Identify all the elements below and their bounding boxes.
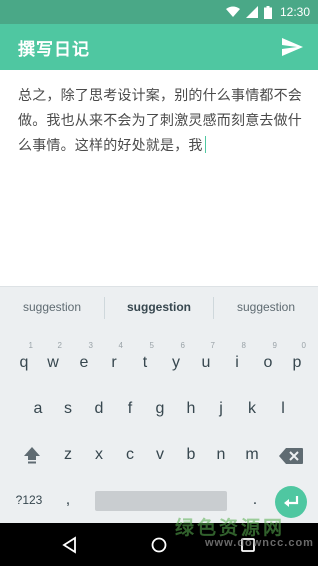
key-i[interactable]: 8i (223, 341, 251, 372)
key-u[interactable]: 7u (192, 341, 220, 372)
key-r[interactable]: 4r (100, 341, 128, 372)
enter-key[interactable] (275, 486, 307, 518)
nav-back-button[interactable] (60, 535, 80, 555)
nav-recents-button[interactable] (238, 535, 258, 555)
key-q[interactable]: 1q (10, 341, 38, 372)
app-bar: 撰写日记 (0, 24, 318, 70)
key-g[interactable]: g (146, 400, 174, 418)
diary-editor[interactable]: 总之，除了思考设计案，别的什么事情都不会做。我也从来不会为了刺激灵感而刻意去做什… (0, 70, 318, 286)
comma-key[interactable]: , (56, 491, 80, 509)
key-c[interactable]: c (116, 446, 144, 464)
diary-text-area[interactable]: 总之，除了思考设计案，别的什么事情都不会做。我也从来不会为了刺激灵感而刻意去做什… (18, 84, 304, 159)
key-hint: 8 (241, 341, 246, 350)
key-hint: 2 (57, 341, 62, 350)
key-label: i (235, 354, 239, 371)
key-hint: 9 (272, 341, 277, 350)
send-icon (282, 38, 303, 56)
key-label: q (19, 354, 29, 371)
key-o[interactable]: 9o (254, 341, 282, 372)
symbols-key[interactable]: ?123 (10, 493, 48, 507)
suggestion-left[interactable]: suggestion (0, 287, 104, 327)
page-title: 撰写日记 (18, 40, 90, 60)
wifi-icon (225, 6, 240, 17)
enter-icon (284, 496, 299, 507)
key-label: y (172, 354, 180, 371)
space-key[interactable] (95, 491, 227, 511)
back-icon (62, 536, 76, 554)
key-x[interactable]: x (85, 446, 113, 464)
battery-icon (263, 5, 272, 19)
key-p[interactable]: 0p (283, 341, 311, 372)
home-icon (151, 537, 167, 553)
key-v[interactable]: v (146, 446, 174, 464)
key-a[interactable]: a (24, 400, 52, 418)
status-icons: 12:30 (225, 4, 310, 20)
period-key[interactable]: . (243, 491, 267, 509)
key-label: t (142, 354, 148, 371)
backspace-key[interactable] (277, 448, 305, 466)
key-z[interactable]: z (54, 446, 82, 464)
status-time: 12:30 (279, 5, 310, 19)
key-hint: 6 (180, 341, 185, 350)
key-hint: 0 (301, 341, 306, 350)
key-d[interactable]: d (85, 400, 113, 418)
signal-icon (245, 6, 258, 18)
nav-home-button[interactable] (149, 535, 169, 555)
suggestion-strip: suggestion suggestion suggestion (0, 286, 318, 326)
key-f[interactable]: f (116, 400, 144, 418)
text-caret (204, 136, 207, 153)
recents-icon (241, 538, 255, 552)
navigation-bar (0, 523, 318, 566)
key-h[interactable]: h (177, 400, 205, 418)
diary-text: 总之，除了思考设计案，别的什么事情都不会做。我也从来不会为了刺激灵感而刻意去做什… (18, 88, 302, 154)
key-j[interactable]: j (207, 400, 235, 418)
suggestion-right[interactable]: suggestion (214, 287, 318, 327)
key-n[interactable]: n (207, 446, 235, 464)
shift-key[interactable] (18, 446, 46, 468)
key-b[interactable]: b (177, 446, 205, 464)
suggestion-center[interactable]: suggestion (105, 287, 213, 327)
key-y[interactable]: 6y (162, 341, 190, 372)
key-label: r (111, 354, 117, 371)
shift-icon (24, 447, 40, 464)
key-hint: 7 (210, 341, 215, 350)
key-label: w (47, 354, 59, 371)
status-bar: 12:30 (0, 0, 318, 24)
backspace-icon (279, 448, 303, 464)
key-m[interactable]: m (238, 446, 266, 464)
key-k[interactable]: k (238, 400, 266, 418)
key-label: p (292, 354, 302, 371)
key-t[interactable]: 5t (131, 341, 159, 372)
key-e[interactable]: 3e (70, 341, 98, 372)
key-hint: 1 (28, 341, 33, 350)
key-hint: 5 (149, 341, 154, 350)
key-hint: 3 (88, 341, 93, 350)
key-l[interactable]: l (269, 400, 297, 418)
send-button[interactable] (280, 35, 304, 59)
key-s[interactable]: s (54, 400, 82, 418)
key-label: u (201, 354, 211, 371)
key-hint: 4 (118, 341, 123, 350)
key-label: o (263, 354, 273, 371)
soft-keyboard: suggestion suggestion suggestion 1q 2w 3… (0, 286, 318, 523)
key-w[interactable]: 2w (39, 341, 67, 372)
key-label: e (79, 354, 89, 371)
